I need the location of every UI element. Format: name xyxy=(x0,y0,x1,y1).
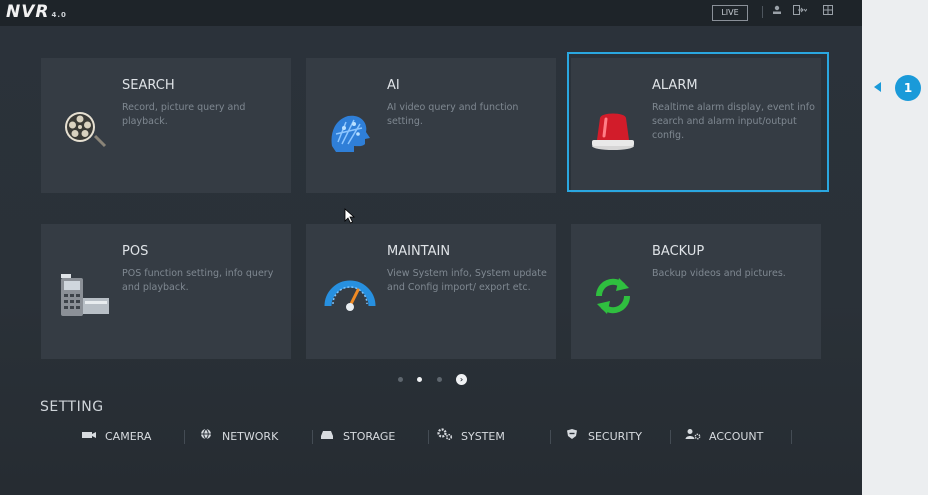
setting-camera[interactable]: CAMERA xyxy=(80,428,151,446)
setting-label-network: NETWORK xyxy=(222,430,279,443)
topbar-divider xyxy=(762,6,763,18)
logout-icon[interactable] xyxy=(793,5,808,20)
sync-arrows-icon xyxy=(589,272,641,320)
setting-label-system: SYSTEM xyxy=(461,430,505,443)
divider xyxy=(791,430,792,444)
page-dot-active[interactable] xyxy=(417,377,422,382)
tile-title: SEARCH xyxy=(122,78,175,93)
page-dot[interactable] xyxy=(437,377,442,382)
divider xyxy=(184,430,185,444)
setting-label-security: SECURITY xyxy=(588,430,642,443)
divider xyxy=(312,430,313,444)
page-indicator: › xyxy=(398,374,468,386)
ai-head-icon xyxy=(324,106,376,154)
setting-account[interactable]: ACCOUNT xyxy=(684,428,763,446)
tile-description: Record, picture query and playback. xyxy=(122,102,246,127)
account-icon xyxy=(684,428,702,446)
user-icon[interactable] xyxy=(772,5,782,20)
tile-title: AI xyxy=(387,78,400,93)
pos-tile[interactable]: POS POS function setting, info query and… xyxy=(41,224,291,359)
camera-icon xyxy=(80,428,98,446)
tile-title: POS xyxy=(122,244,149,259)
selected-tile-highlight xyxy=(567,52,829,192)
tile-description: POS function setting, info query and pla… xyxy=(122,268,274,293)
setting-storage[interactable]: STORAGE xyxy=(318,428,395,446)
setting-system[interactable]: SYSTEM xyxy=(436,428,505,446)
divider xyxy=(428,430,429,444)
mouse-pointer-icon xyxy=(344,208,356,224)
live-button[interactable]: LIVE xyxy=(712,5,748,21)
tile-description: View System info, System update and Conf… xyxy=(387,268,547,293)
tile-description: Backup videos and pictures. xyxy=(652,268,786,279)
backup-tile[interactable]: BACKUP Backup videos and pictures. xyxy=(571,224,821,359)
storage-icon xyxy=(318,428,336,446)
tile-description: AI video query and function setting. xyxy=(387,102,519,127)
tile-title: MAINTAIN xyxy=(387,244,451,259)
setting-label-camera: CAMERA xyxy=(105,430,152,443)
divider xyxy=(670,430,671,444)
setting-network[interactable]: NETWORK xyxy=(197,428,278,446)
nvr-main-menu: NVR 4.0 LIVE SEARCH Record, picture quer… xyxy=(0,0,862,495)
top-bar: NVR 4.0 LIVE xyxy=(0,0,862,26)
grid-icon[interactable] xyxy=(823,5,833,20)
page-dot[interactable] xyxy=(398,377,403,382)
callout-number: 1 xyxy=(895,75,921,101)
divider xyxy=(550,430,551,444)
maintain-tile[interactable]: MAINTAIN View System info, System update… xyxy=(306,224,556,359)
globe-icon xyxy=(197,428,215,446)
gears-icon xyxy=(436,428,454,446)
setting-label-account: ACCOUNT xyxy=(709,430,764,443)
search-tile[interactable]: SEARCH Record, picture query and playbac… xyxy=(41,58,291,193)
film-reel-icon xyxy=(59,106,111,154)
callout-marker: 1 xyxy=(872,73,928,103)
tile-title: BACKUP xyxy=(652,244,705,259)
setting-label-storage: STORAGE xyxy=(343,430,396,443)
nvr-logo: NVR 4.0 xyxy=(6,2,67,22)
setting-heading: SETTING xyxy=(40,399,104,415)
setting-security[interactable]: SECURITY xyxy=(563,428,642,446)
ai-tile[interactable]: AI AI video query and function setting. xyxy=(306,58,556,193)
callout-arrow-icon xyxy=(874,82,881,92)
gauge-icon xyxy=(324,272,376,320)
next-page-icon[interactable]: › xyxy=(456,374,467,385)
pos-terminal-icon xyxy=(59,272,111,320)
shield-icon xyxy=(563,428,581,446)
